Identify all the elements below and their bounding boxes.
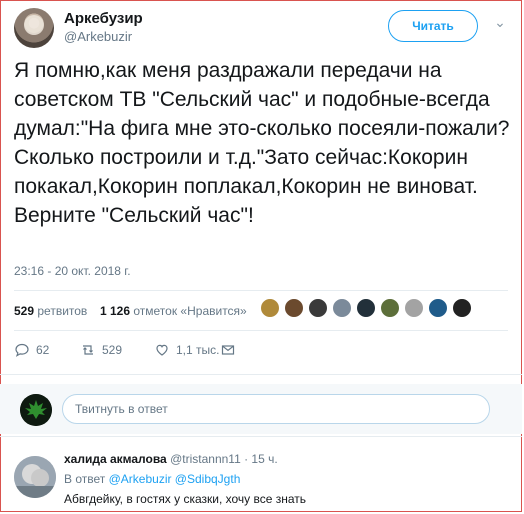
divider <box>14 330 508 331</box>
liker-avatar[interactable] <box>428 298 448 318</box>
reply-to-line: В ответ @Arkebuzir @SdibqJgth <box>64 472 240 486</box>
reply-compose-area: Твитнуть в ответ <box>0 384 522 434</box>
mail-icon <box>220 342 236 358</box>
reply-author-handle[interactable]: @tristannn11 <box>170 452 241 466</box>
reply-header: халида акмалова @tristannn11 · 15 ч. <box>64 452 278 466</box>
follow-button[interactable]: Читать <box>388 10 478 42</box>
reply-action[interactable]: 62 <box>14 342 49 358</box>
liker-avatar[interactable] <box>284 298 304 318</box>
likes-stat[interactable]: 1 126 отметок «Нравится» <box>100 304 247 318</box>
reply-author-name[interactable]: халида акмалова <box>64 452 167 466</box>
likes-count: 1 126 <box>100 304 131 318</box>
liker-avatar[interactable] <box>356 298 376 318</box>
liker-avatar[interactable] <box>308 298 328 318</box>
like-action[interactable]: 1,1 тыс. <box>154 342 219 358</box>
reply-author-avatar[interactable] <box>14 456 56 498</box>
liker-avatar[interactable] <box>404 298 424 318</box>
liker-avatar[interactable] <box>452 298 472 318</box>
author-handle[interactable]: @Arkebuzir <box>64 29 132 44</box>
reply-count: 62 <box>36 343 50 357</box>
reply-input[interactable]: Твитнуть в ответ <box>62 394 490 424</box>
likes-label: отметок «Нравится» <box>133 304 247 318</box>
like-count: 1,1 тыс. <box>176 343 220 357</box>
retweet-count: 529 <box>102 343 123 357</box>
liker-avatar[interactable] <box>380 298 400 318</box>
heart-icon <box>154 342 170 358</box>
reply-icon <box>14 342 30 358</box>
tweet-actions: 62 529 1,1 тыс. <box>14 342 508 362</box>
tweet-stats: 529 ретвитов 1 126 отметок «Нравится» <box>14 298 508 326</box>
divider <box>14 290 508 291</box>
message-action[interactable] <box>220 342 236 358</box>
retweets-label: ретвитов <box>37 304 88 318</box>
retweet-action[interactable]: 529 <box>80 342 122 358</box>
reply-tweet[interactable]: халида акмалова @tristannn11 · 15 ч. В о… <box>0 436 522 512</box>
divider <box>0 374 522 375</box>
chevron-down-icon[interactable]: ⌄ <box>492 14 508 30</box>
reply-to-prefix: В ответ <box>64 472 106 486</box>
current-user-avatar <box>20 394 52 426</box>
tweet-timestamp[interactable]: 23:16 - 20 окт. 2018 г. <box>14 264 131 278</box>
author-name[interactable]: Аркебузир <box>64 10 143 27</box>
reply-text: Абвгдейку, в гостях у сказки, хочу все з… <box>64 492 307 506</box>
liker-avatar[interactable] <box>332 298 352 318</box>
reply-time[interactable]: · 15 ч. <box>244 452 278 466</box>
author-avatar[interactable] <box>14 8 54 48</box>
liker-avatar[interactable] <box>260 298 280 318</box>
tweet-header: Аркебузир @Arkebuzir Читать ⌄ <box>14 8 514 48</box>
retweet-icon <box>80 342 96 358</box>
retweets-stat[interactable]: 529 ретвитов <box>14 304 87 318</box>
tweet-text: Я помню,как меня раздражали передачи на … <box>14 59 510 227</box>
reply-to-handles[interactable]: @Arkebuzir @SdibqJgth <box>109 472 241 486</box>
retweets-count: 529 <box>14 304 35 318</box>
